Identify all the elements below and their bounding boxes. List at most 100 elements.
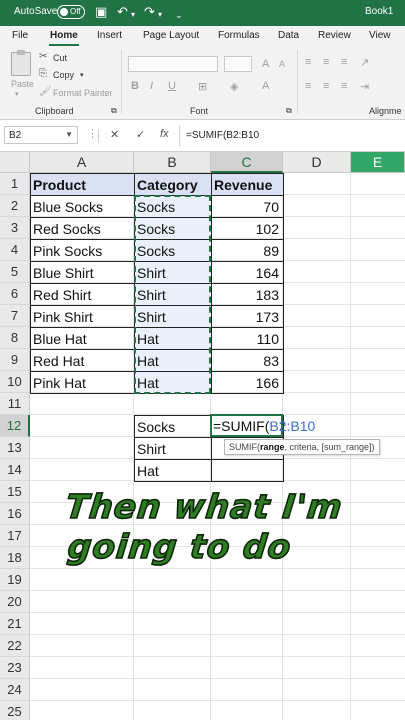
revenue-cell[interactable]: 166 [211,371,284,394]
category-cell[interactable]: Shirt [134,283,212,306]
font-launcher-icon[interactable]: ⧉ [286,106,292,116]
row-header[interactable]: 2 [0,195,30,217]
row-header[interactable]: 13 [0,437,30,459]
product-cell[interactable]: Red Hat [30,349,135,372]
copy-dropdown-icon[interactable]: ▾ [80,71,84,79]
row-header[interactable]: 25 [0,701,30,720]
revenue-cell[interactable]: 110 [211,327,284,350]
column-header-c[interactable]: C [211,152,283,173]
row-header[interactable]: 11 [0,393,30,415]
tab-view[interactable]: View [369,30,391,41]
summary-category-cell[interactable]: Shirt [134,437,212,460]
product-cell[interactable]: Blue Shirt [30,261,135,284]
copy-button[interactable]: Copy [53,70,74,80]
redo-icon[interactable]: ↷ [144,4,155,20]
autosave-toggle[interactable]: Off [57,5,85,19]
insert-function-icon[interactable]: fx [160,128,169,140]
category-cell[interactable]: Socks [134,239,212,262]
row-header[interactable]: 9 [0,349,30,371]
row-header[interactable]: 20 [0,591,30,613]
indent-icon[interactable]: ⇥ [360,80,369,93]
tab-file[interactable]: File [12,30,28,41]
bold-button[interactable]: B [131,80,139,92]
underline-button[interactable]: U [168,80,176,92]
increase-font-icon[interactable]: A [262,58,269,70]
revenue-cell[interactable]: 102 [211,217,284,240]
category-cell[interactable]: Hat [134,327,212,350]
font-size-select[interactable] [224,56,252,72]
product-cell[interactable]: Red Socks [30,217,135,240]
row-header[interactable]: 8 [0,327,30,349]
row-header[interactable]: 3 [0,217,30,239]
row-header[interactable]: 17 [0,525,30,547]
clipboard-launcher-icon[interactable]: ⧉ [111,106,117,116]
decrease-font-icon[interactable]: A [279,59,285,69]
header-cell-product[interactable]: Product [30,173,135,196]
revenue-cell[interactable]: 183 [211,283,284,306]
row-header[interactable]: 16 [0,503,30,525]
redo-dropdown-icon[interactable]: ▾ [158,7,162,23]
align-bottom-icon[interactable]: ≡ [341,56,347,68]
revenue-cell[interactable]: 173 [211,305,284,328]
undo-dropdown-icon[interactable]: ▾ [131,7,135,23]
save-icon[interactable]: ▣ [95,4,107,20]
name-box[interactable]: B2 ▼ [4,126,78,144]
borders-icon[interactable]: ⊞ [198,80,207,93]
row-header[interactable]: 14 [0,459,30,481]
font-name-select[interactable] [128,56,218,72]
summary-category-cell[interactable]: Hat [134,459,212,482]
formula-input[interactable]: =SUMIF(B2:B10 [186,130,259,141]
paste-dropdown-icon[interactable]: ▾ [15,90,19,98]
header-cell-category[interactable]: Category [134,173,212,196]
column-header-d[interactable]: D [283,152,351,173]
row-header[interactable]: 4 [0,239,30,261]
column-header-b[interactable]: B [134,152,211,173]
row-header[interactable]: 18 [0,547,30,569]
product-cell[interactable]: Pink Socks [30,239,135,262]
enter-icon[interactable]: ✓ [136,128,145,141]
summary-result-cell[interactable] [211,459,284,482]
product-cell[interactable]: Pink Hat [30,371,135,394]
product-cell[interactable]: Blue Socks [30,195,135,218]
font-color-icon[interactable]: A [262,80,269,92]
row-header[interactable]: 7 [0,305,30,327]
cancel-icon[interactable]: ✕ [110,128,119,141]
align-left-icon[interactable]: ≡ [305,80,311,92]
row-header[interactable]: 5 [0,261,30,283]
product-cell[interactable]: Pink Shirt [30,305,135,328]
tab-formulas[interactable]: Formulas [218,30,260,41]
revenue-cell[interactable]: 89 [211,239,284,262]
category-cell[interactable]: Socks [134,195,212,218]
category-cell[interactable]: Shirt [134,261,212,284]
category-cell[interactable]: Socks [134,217,212,240]
row-header[interactable]: 24 [0,679,30,701]
function-tooltip[interactable]: SUMIF(range, criteria, [sum_range]) [224,439,380,455]
row-header[interactable]: 22 [0,635,30,657]
undo-icon[interactable]: ↶ [117,4,128,20]
product-cell[interactable]: Blue Hat [30,327,135,350]
align-right-icon[interactable]: ≡ [341,80,347,92]
tab-insert[interactable]: Insert [97,30,122,41]
align-middle-icon[interactable]: ≡ [323,56,329,68]
tab-home[interactable]: Home [50,30,78,41]
revenue-cell[interactable]: 70 [211,195,284,218]
row-header[interactable]: 6 [0,283,30,305]
tab-data[interactable]: Data [278,30,299,41]
summary-category-cell[interactable]: Socks [134,415,212,438]
revenue-cell[interactable]: 83 [211,349,284,372]
row-header[interactable]: 12 [0,415,30,437]
customize-toolbar-icon[interactable]: ⌄ [175,7,183,23]
row-header[interactable]: 15 [0,481,30,503]
orientation-icon[interactable]: ↗ [360,56,369,69]
header-cell-revenue[interactable]: Revenue [211,173,284,196]
revenue-cell[interactable]: 164 [211,261,284,284]
category-cell[interactable]: Hat [134,349,212,372]
italic-button[interactable]: I [150,80,153,92]
row-header[interactable]: 23 [0,657,30,679]
category-cell[interactable]: Shirt [134,305,212,328]
tab-page-layout[interactable]: Page Layout [143,30,199,41]
tab-review[interactable]: Review [318,30,351,41]
select-all-corner[interactable] [0,152,30,173]
column-header-e[interactable]: E [351,152,405,173]
tooltip-range-arg[interactable]: range [260,442,285,452]
